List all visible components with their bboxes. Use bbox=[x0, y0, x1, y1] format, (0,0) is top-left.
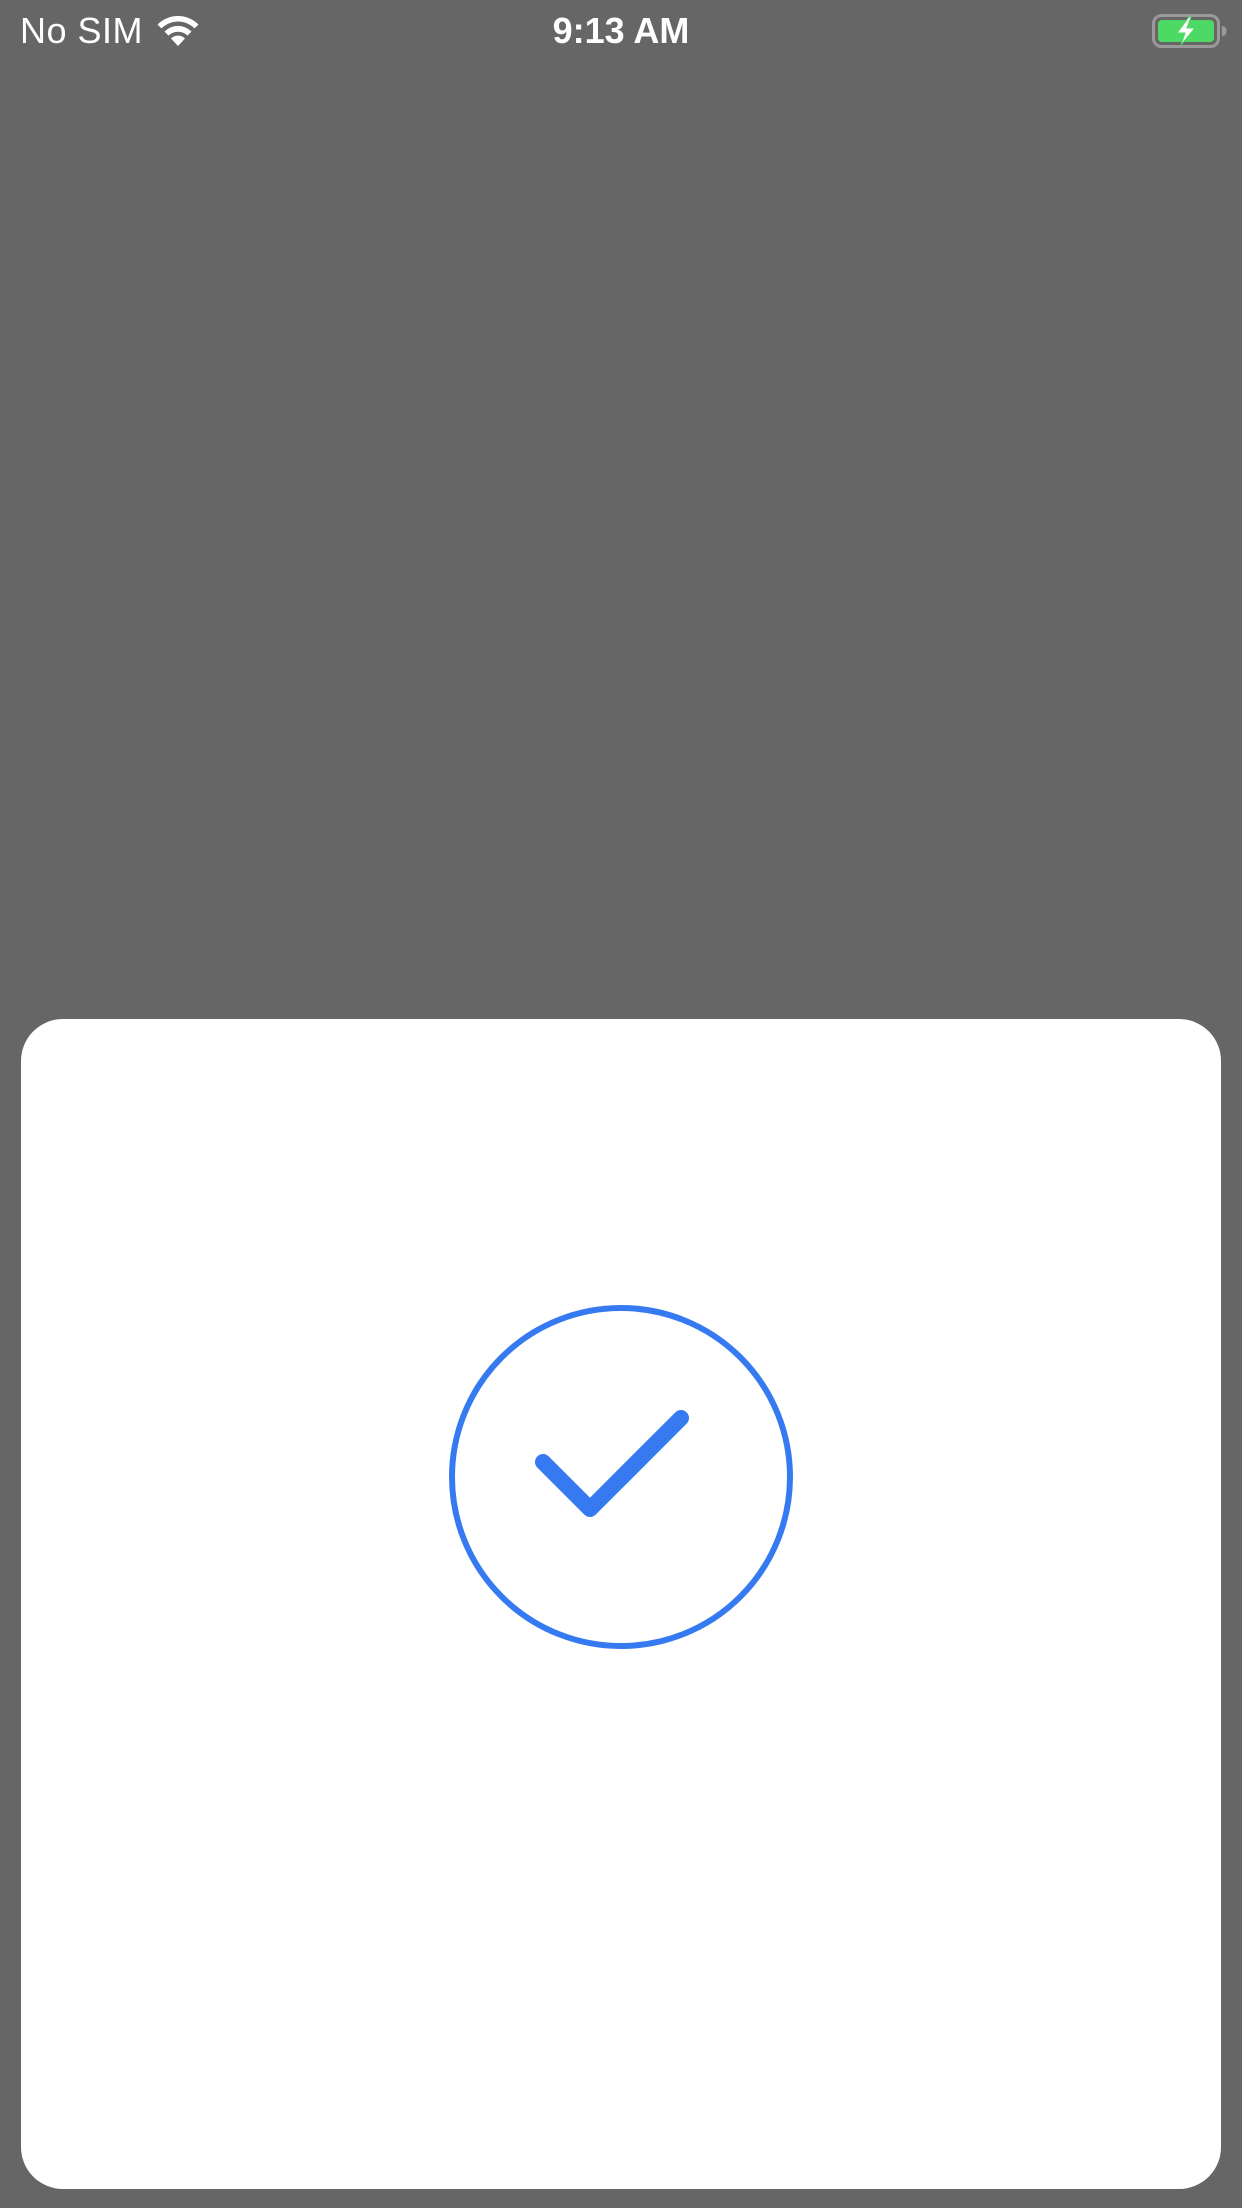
status-bar: No SIM 9:13 AM bbox=[0, 0, 1242, 62]
screen: No SIM 9:13 AM bbox=[0, 0, 1242, 2208]
checkmark-circle-icon bbox=[447, 1303, 795, 1651]
battery-charging-icon bbox=[1152, 14, 1228, 48]
confirmation-sheet bbox=[21, 1019, 1221, 2189]
status-time: 9:13 AM bbox=[552, 10, 690, 51]
